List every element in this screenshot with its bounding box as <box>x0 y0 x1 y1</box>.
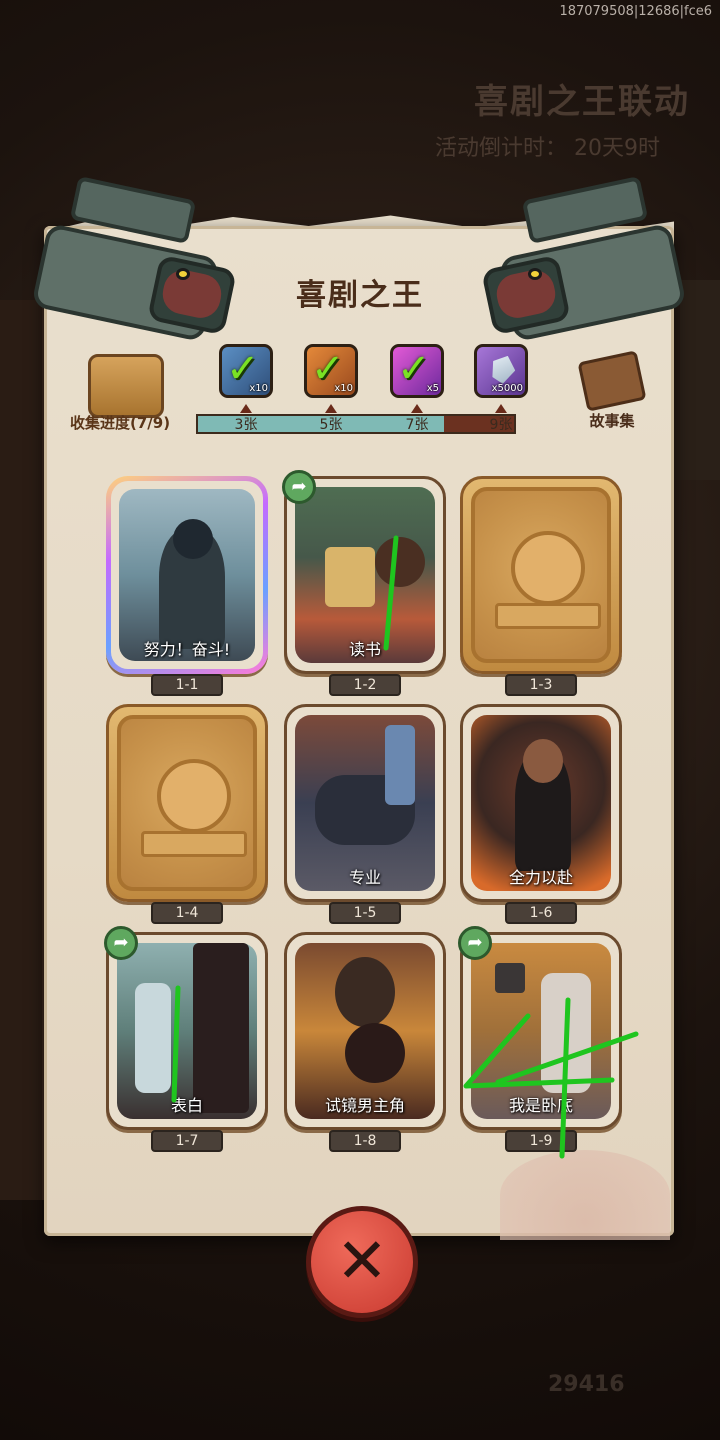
card-1-1[interactable]: 努力！奋斗! 1-1 <box>106 476 268 696</box>
story-collection-button[interactable]: 故事集 <box>572 350 652 431</box>
progress-tick-label: 5张 <box>319 417 343 433</box>
card-1-8[interactable]: 试镜男主角 1-8 <box>284 932 446 1152</box>
close-icon: ✕ <box>336 1224 388 1297</box>
wax-stamp-watermark <box>500 1150 670 1240</box>
card-title: 专业 <box>348 868 381 887</box>
background-event-title: 喜剧之王联动 <box>474 82 690 122</box>
card-id: 1-7 <box>151 1130 223 1152</box>
progress-marker <box>325 404 337 413</box>
reward-qty: x5000 <box>491 383 523 394</box>
reward-7-cards[interactable]: ✓ x5 <box>390 344 444 398</box>
reward-qty: x10 <box>334 383 353 394</box>
card-id: 1-4 <box>151 902 223 924</box>
story-collection-label: 故事集 <box>589 412 635 430</box>
card-title: 全力以赴 <box>508 868 573 887</box>
card-id: 1-3 <box>505 674 577 696</box>
card-1-2[interactable]: ➦ 读书 1-2 <box>282 470 446 696</box>
collection-progress[interactable]: 收集进度(7/9) <box>70 354 176 432</box>
card-pack-icon <box>88 354 164 418</box>
progress-marker <box>411 404 423 413</box>
reward-3-cards[interactable]: ✓ x10 <box>219 344 273 398</box>
card-title: 表白 <box>170 1096 203 1115</box>
card-title: 努力！奋斗! <box>143 640 231 659</box>
progress-tick-label: 7张 <box>405 417 429 433</box>
build-id: 187079508|12686|fce6 <box>559 4 712 19</box>
check-icon: ✓ <box>397 346 431 392</box>
card-id: 1-6 <box>505 902 577 924</box>
progress-tick-label: 3张 <box>234 417 258 433</box>
share-icon[interactable]: ➦ <box>458 926 492 960</box>
locked-placeholder-icon <box>511 531 585 605</box>
close-button[interactable]: ✕ <box>306 1206 418 1318</box>
share-icon[interactable]: ➦ <box>282 470 316 504</box>
reward-qty: x5 <box>426 383 439 394</box>
reward-qty: x10 <box>249 383 268 394</box>
background-count: 29416 <box>548 1372 625 1397</box>
progress-tick-label: 9张 <box>489 417 513 433</box>
card-id: 1-1 <box>151 674 223 696</box>
card-id: 1-2 <box>329 674 401 696</box>
card-id: 1-5 <box>329 902 401 924</box>
camera-left-decoration <box>18 176 243 345</box>
background-countdown: 活动倒计时： 20天9时 <box>435 136 660 161</box>
card-1-7[interactable]: ➦ 表白 1-7 <box>104 926 268 1152</box>
card-title: 试镜男主角 <box>324 1096 405 1115</box>
panel-title: 喜剧之王 <box>296 278 424 313</box>
card-id: 1-9 <box>505 1130 577 1152</box>
card-id: 1-8 <box>329 1130 401 1152</box>
card-1-5[interactable]: 专业 1-5 <box>284 704 446 924</box>
card-1-3[interactable]: 1-3 <box>460 476 622 696</box>
share-icon[interactable]: ➦ <box>104 926 138 960</box>
card-title: 读书 <box>348 640 381 659</box>
card-1-6[interactable]: 全力以赴 1-6 <box>460 704 622 924</box>
background-side-panel <box>0 300 44 1200</box>
book-icon <box>577 350 647 412</box>
collection-progress-label: 收集进度(7/9) <box>70 414 171 432</box>
locked-placeholder-icon <box>157 759 231 833</box>
progress-marker <box>495 404 507 413</box>
reward-9-cards[interactable]: x5000 <box>474 344 528 398</box>
camera-right-decoration <box>475 176 700 345</box>
reward-5-cards[interactable]: ✓ x10 <box>304 344 358 398</box>
card-title: 我是卧底 <box>508 1096 573 1115</box>
card-1-9[interactable]: ➦ 我是卧底 1-9 <box>458 926 622 1152</box>
progress-marker <box>240 404 252 413</box>
card-1-4[interactable]: 1-4 <box>106 704 268 924</box>
crystal-icon <box>487 352 519 387</box>
